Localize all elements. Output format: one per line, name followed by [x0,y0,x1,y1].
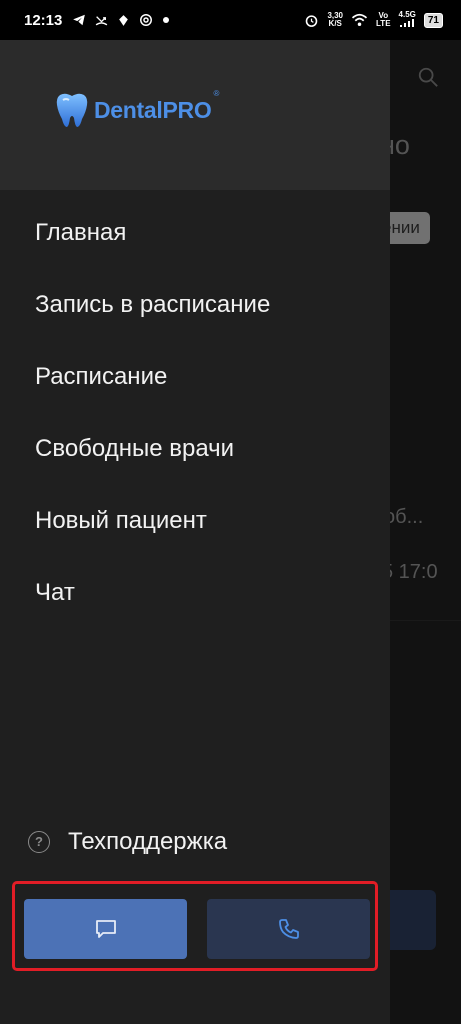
logo-registered-mark: ® [213,89,220,98]
tooth-icon [56,93,88,127]
logo-brand-right: PRO [162,96,212,123]
phone-icon [278,919,299,939]
menu-item-new-patient[interactable]: Новый пациент [35,503,270,575]
logo-brand-left: Dental [94,96,163,123]
call-support-button[interactable] [207,899,370,959]
signal-indicator: 4.5G [399,11,416,29]
status-bar: 12:13 3,30 K/S Vo LTE 4.5G 71 [0,0,461,40]
chat-support-button[interactable] [24,899,187,959]
menu-item-chat[interactable]: Чат [35,575,270,647]
missed-call-icon [96,15,108,25]
navigation-drawer: DentalPRO ® Главная Запись в расписание … [0,40,390,1024]
net-speed: 3,30 K/S [327,11,344,28]
at-icon [140,14,153,26]
drawer-header: DentalPRO ® [0,40,390,190]
battery-indicator: 71 [423,12,443,28]
wifi-icon [351,13,368,26]
menu-item-book-appointment[interactable]: Запись в расписание [35,287,270,359]
menu-item-free-doctors[interactable]: Свободные врачи [35,431,270,503]
signal-icon [400,19,415,27]
telegram-icon [73,14,86,26]
drawer-menu: Главная Запись в расписание Расписание С… [35,215,270,647]
help-icon: ? [28,831,50,853]
screen: 12:13 3,30 K/S Vo LTE 4.5G 71 но ении об..… [0,0,461,1024]
support-item[interactable]: ? Техподдержка [28,828,227,856]
status-time: 12:13 [24,11,63,29]
dentalpro-logo: DentalPRO ® [54,89,220,129]
menu-item-schedule[interactable]: Расписание [35,359,270,431]
dot-icon [163,17,170,23]
menu-item-home[interactable]: Главная [35,215,270,287]
chat-bubble-icon [95,920,116,938]
app-icon [119,14,129,26]
alarm-icon [306,14,318,27]
volte-badge: Vo LTE [376,11,391,28]
support-label: Техподдержка [68,828,228,855]
